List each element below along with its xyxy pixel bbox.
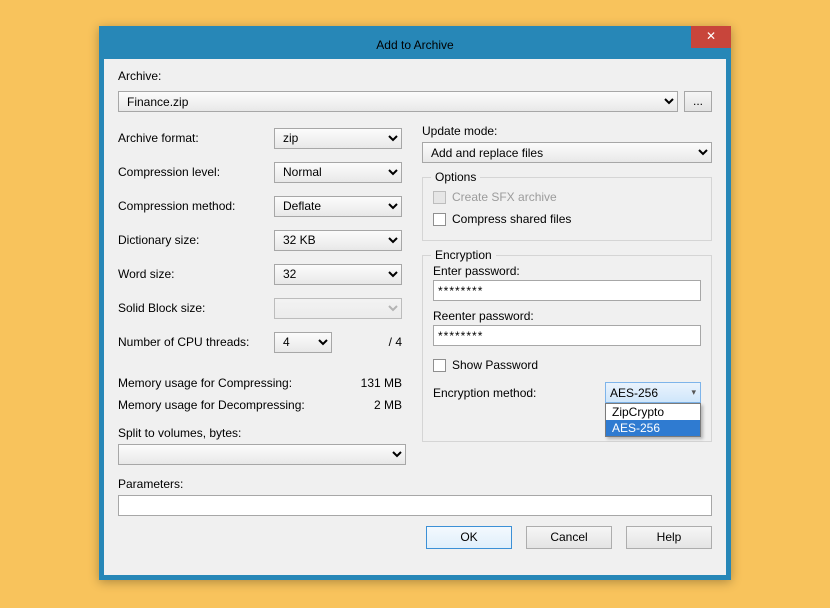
compress-shared-label: Compress shared files <box>452 212 571 226</box>
dialog-buttons: OK Cancel Help <box>104 516 726 563</box>
close-icon: ✕ <box>706 29 716 43</box>
dictionary-size-label: Dictionary size: <box>118 233 274 247</box>
compression-method-select[interactable]: Deflate <box>274 196 402 217</box>
encryption-method-label: Encryption method: <box>433 386 605 400</box>
left-column: Archive format: zip Compression level: N… <box>118 124 406 465</box>
enter-password-input[interactable] <box>433 280 701 301</box>
reenter-password-label: Reenter password: <box>433 309 534 323</box>
word-size-select[interactable]: 32 <box>274 264 402 285</box>
browse-button[interactable]: ... <box>684 91 712 112</box>
options-legend: Options <box>431 170 480 184</box>
compression-method-label: Compression method: <box>118 199 274 213</box>
parameters-label: Parameters: <box>118 477 183 491</box>
update-mode-label: Update mode: <box>422 124 497 138</box>
parameters-input[interactable] <box>118 495 712 516</box>
encryption-legend: Encryption <box>431 248 496 262</box>
compression-level-label: Compression level: <box>118 165 274 179</box>
archive-combo[interactable]: Finance.zip <box>118 91 678 112</box>
split-volumes-combo[interactable] <box>118 444 406 465</box>
memory-compress-value: 131 MB <box>361 376 406 390</box>
compression-level-select[interactable]: Normal <box>274 162 402 183</box>
encryption-method-value: AES-256 <box>610 386 658 400</box>
encryption-group: Encryption Enter password: Reenter passw… <box>422 255 712 442</box>
cpu-threads-select[interactable]: 4 <box>274 332 332 353</box>
archive-format-label: Archive format: <box>118 131 274 145</box>
dialog-window: Add to Archive ✕ Archive: Finance.zip ..… <box>99 26 731 580</box>
solid-block-select <box>274 298 402 319</box>
update-mode-select[interactable]: Add and replace files <box>422 142 712 163</box>
encryption-method-dropdown[interactable]: ZipCrypto AES-256 <box>605 403 701 437</box>
cancel-button[interactable]: Cancel <box>526 526 612 549</box>
cpu-threads-max: / 4 <box>389 335 406 349</box>
memory-decompress-value: 2 MB <box>374 398 406 412</box>
dialog-content: Archive: Finance.zip ... Archive format:… <box>104 59 726 516</box>
archive-format-select[interactable]: zip <box>274 128 402 149</box>
reenter-password-input[interactable] <box>433 325 701 346</box>
enter-password-label: Enter password: <box>433 264 520 278</box>
compress-shared-checkbox[interactable] <box>433 213 446 226</box>
sfx-label: Create SFX archive <box>452 190 557 204</box>
memory-compress-label: Memory usage for Compressing: <box>118 376 292 390</box>
sfx-checkbox <box>433 191 446 204</box>
split-volumes-label: Split to volumes, bytes: <box>118 426 241 440</box>
word-size-label: Word size: <box>118 267 274 281</box>
help-button[interactable]: Help <box>626 526 712 549</box>
memory-decompress-label: Memory usage for Decompressing: <box>118 398 305 412</box>
window-title: Add to Archive <box>376 31 453 59</box>
cpu-threads-label: Number of CPU threads: <box>118 335 274 349</box>
archive-label: Archive: <box>118 69 161 83</box>
dictionary-size-select[interactable]: 32 KB <box>274 230 402 251</box>
encryption-method-select[interactable]: AES-256 ▾ <box>605 382 701 403</box>
encryption-option-aes256[interactable]: AES-256 <box>606 420 700 436</box>
solid-block-label: Solid Block size: <box>118 301 274 315</box>
right-column: Update mode: Add and replace files Optio… <box>422 124 712 465</box>
show-password-label: Show Password <box>452 358 538 372</box>
encryption-option-zipcrypto[interactable]: ZipCrypto <box>606 404 700 420</box>
titlebar[interactable]: Add to Archive ✕ <box>104 31 726 59</box>
options-group: Options Create SFX archive Compress shar… <box>422 177 712 241</box>
close-button[interactable]: ✕ <box>691 26 731 48</box>
ok-button[interactable]: OK <box>426 526 512 549</box>
show-password-checkbox[interactable] <box>433 359 446 372</box>
chevron-down-icon: ▾ <box>691 387 696 398</box>
